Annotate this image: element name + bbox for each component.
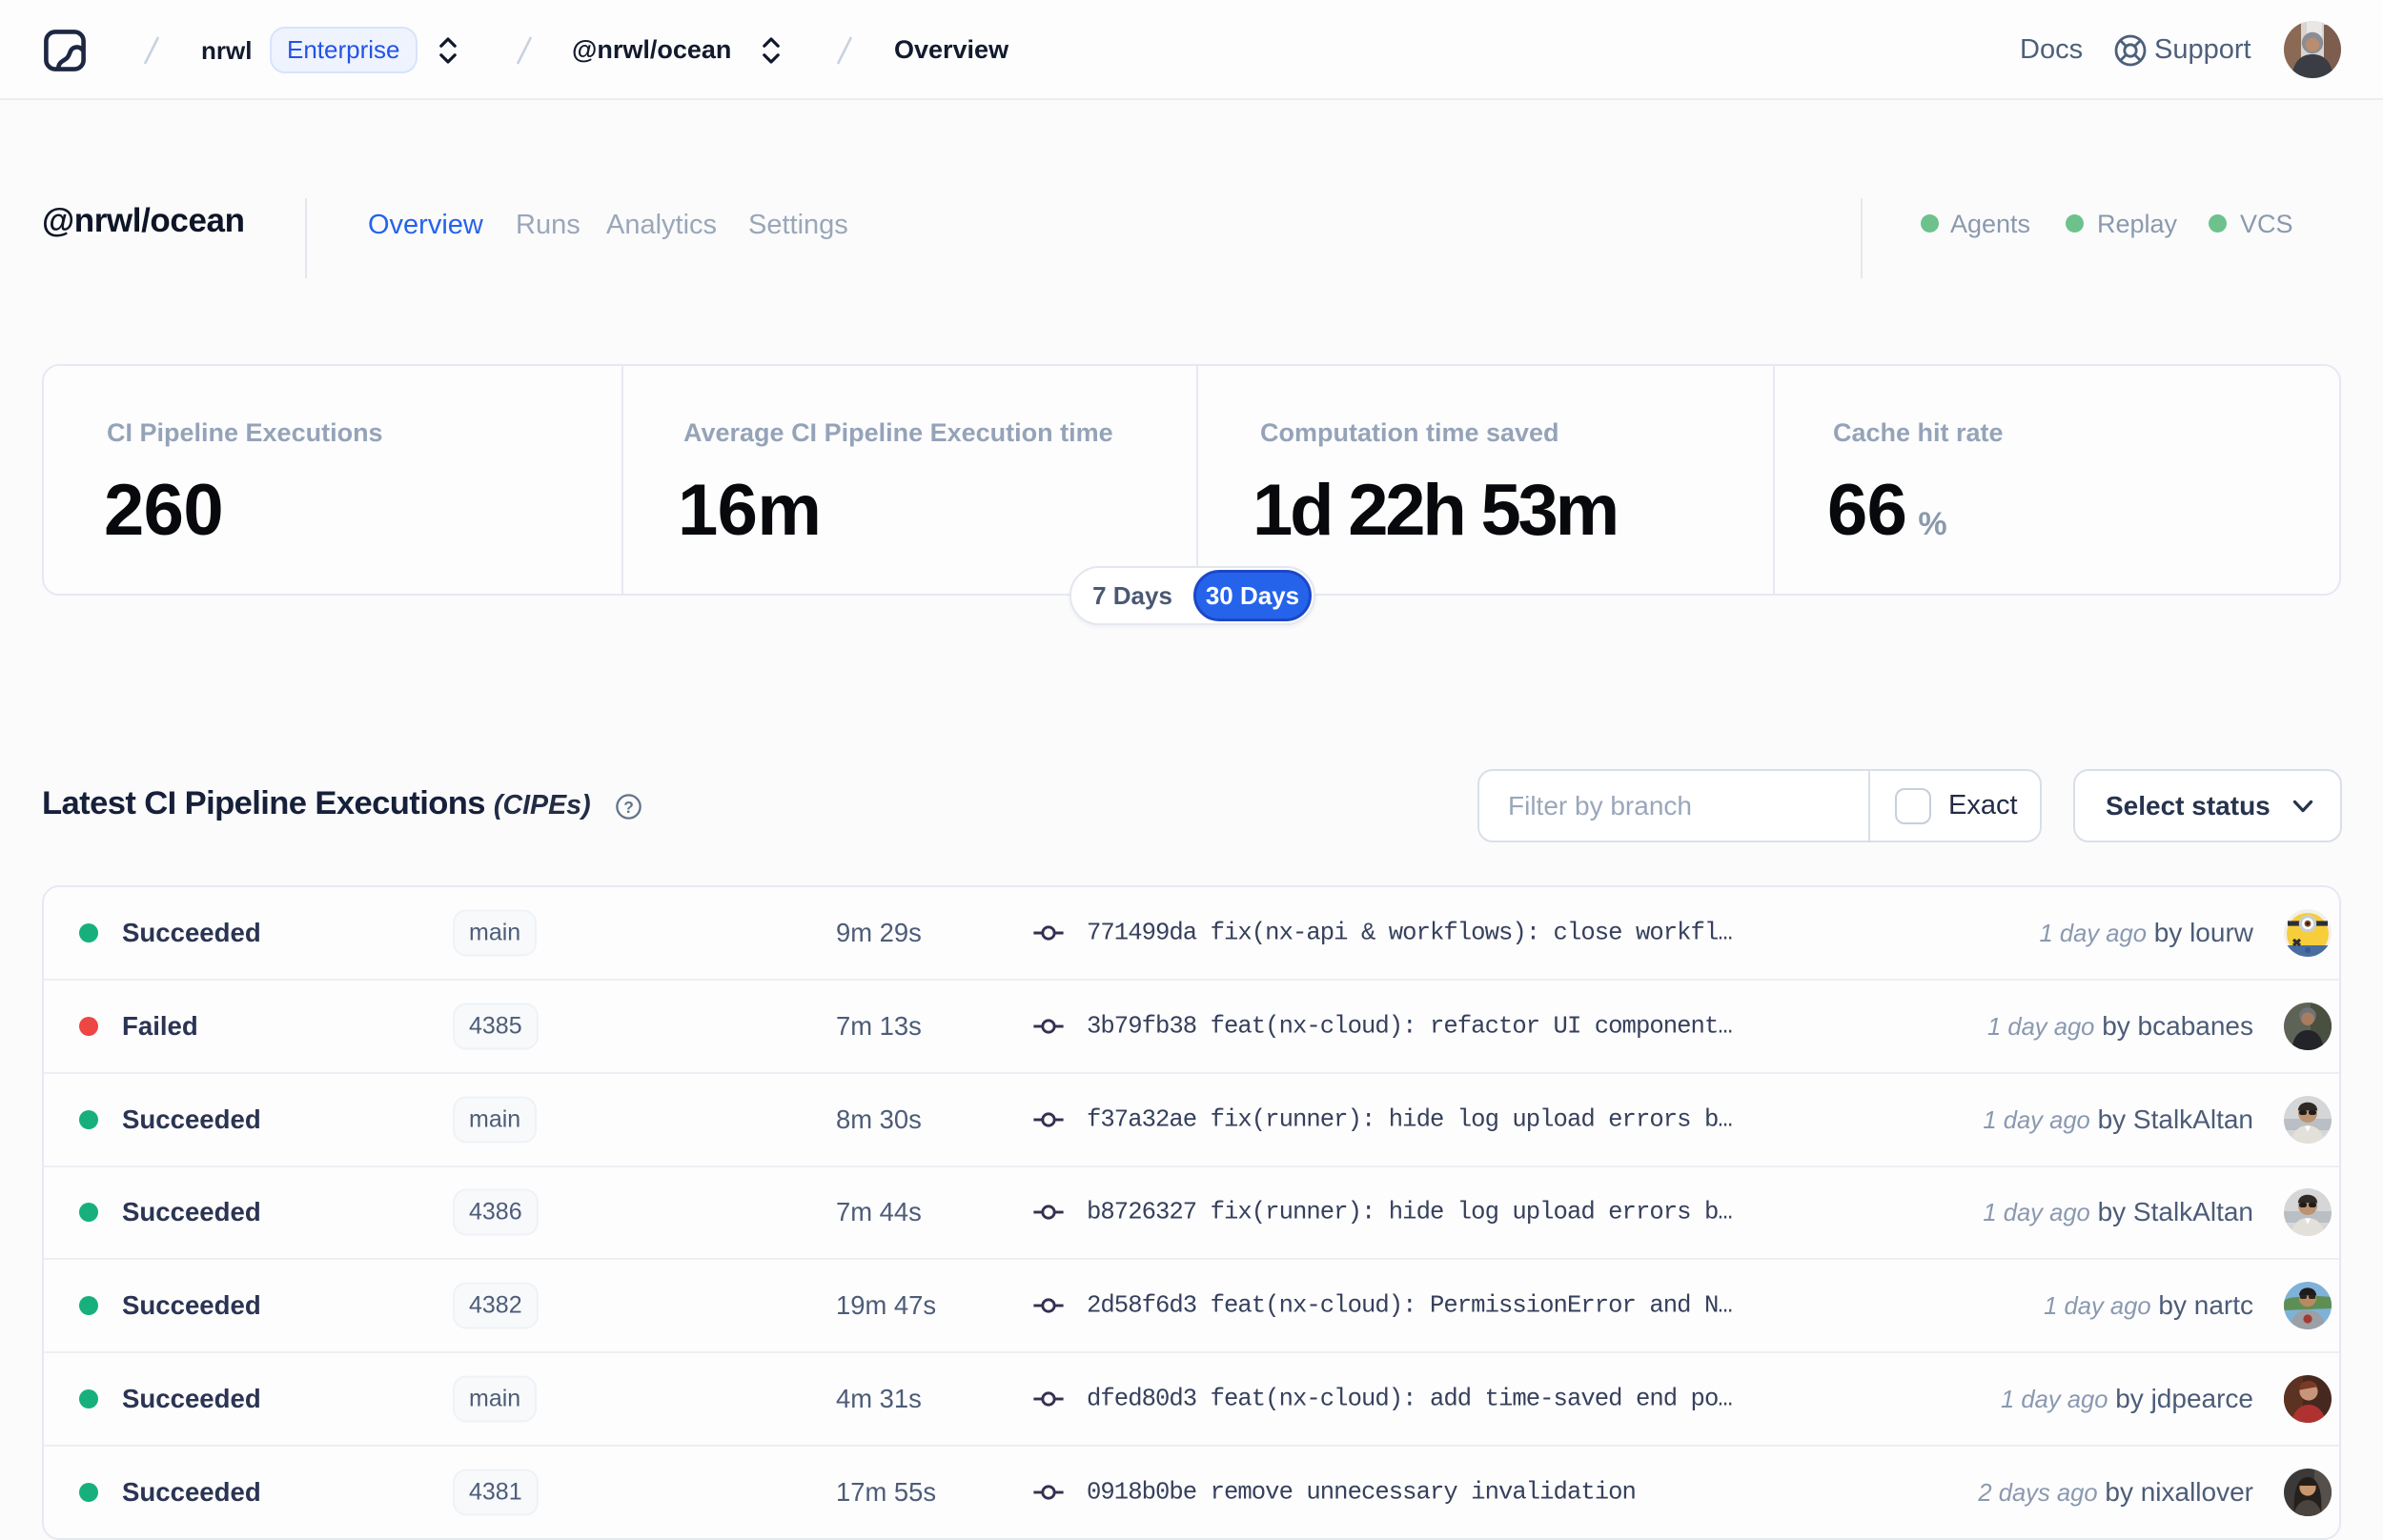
svg-text:?: ?: [623, 798, 634, 817]
